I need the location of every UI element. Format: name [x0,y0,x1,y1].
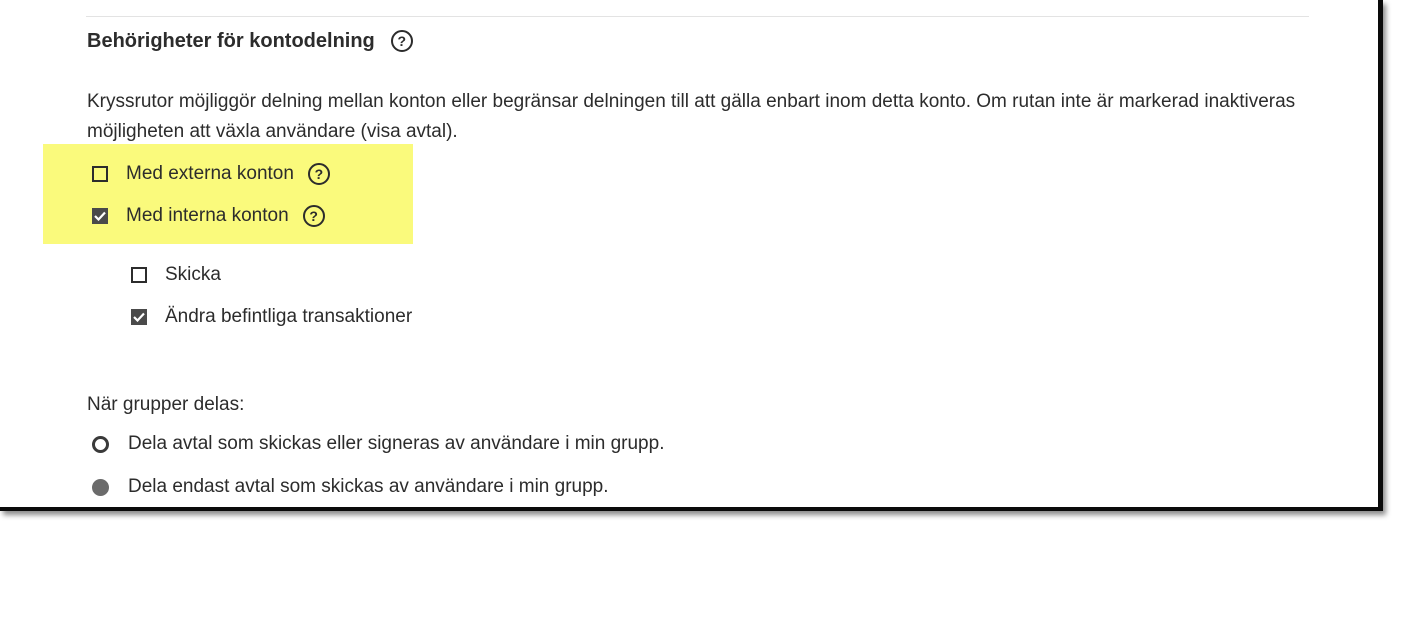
section-description: Kryssrutor möjliggör delning mellan kont… [87,91,1296,142]
section-title: Behörigheter för kontodelning [87,29,375,52]
radio-option-share-sent-only[interactable]: Dela endast avtal som skickas av använda… [92,472,609,502]
internal-accounts-checkbox[interactable] [92,208,108,224]
send-label: Skicka [165,264,221,285]
send-option[interactable]: Skicka [131,260,221,290]
help-icon[interactable]: ? [390,30,413,52]
settings-panel: Behörigheter för kontodelning ? Kryssrut… [0,0,1383,511]
checkmark-icon [133,312,145,322]
internal-accounts-label: Med interna konton [126,205,289,226]
external-accounts-label: Med externa konton [126,163,294,184]
checkmark-icon [94,211,106,221]
help-icon[interactable]: ? [302,205,325,227]
radio-button[interactable] [92,435,109,453]
groups-sharing-label: När grupper delas: [87,394,245,415]
modify-transactions-label: Ändra befintliga transaktioner [165,306,413,327]
radio-label: Dela endast avtal som skickas av använda… [128,476,609,497]
help-icon[interactable]: ? [307,163,330,185]
send-checkbox[interactable] [131,267,147,283]
external-accounts-option[interactable]: Med externa konton ? [92,159,330,189]
section-divider [86,16,1309,17]
internal-accounts-option[interactable]: Med interna konton ? [92,201,325,231]
radio-label: Dela avtal som skickas eller signeras av… [128,433,665,454]
radio-button[interactable] [92,478,109,496]
section-heading: Behörigheter för kontodelning ? [87,29,413,53]
modify-transactions-checkbox[interactable] [131,309,147,325]
external-accounts-checkbox[interactable] [92,166,108,182]
radio-option-share-sent-or-signed[interactable]: Dela avtal som skickas eller signeras av… [92,429,664,459]
modify-transactions-option[interactable]: Ändra befintliga transaktioner [131,302,412,332]
